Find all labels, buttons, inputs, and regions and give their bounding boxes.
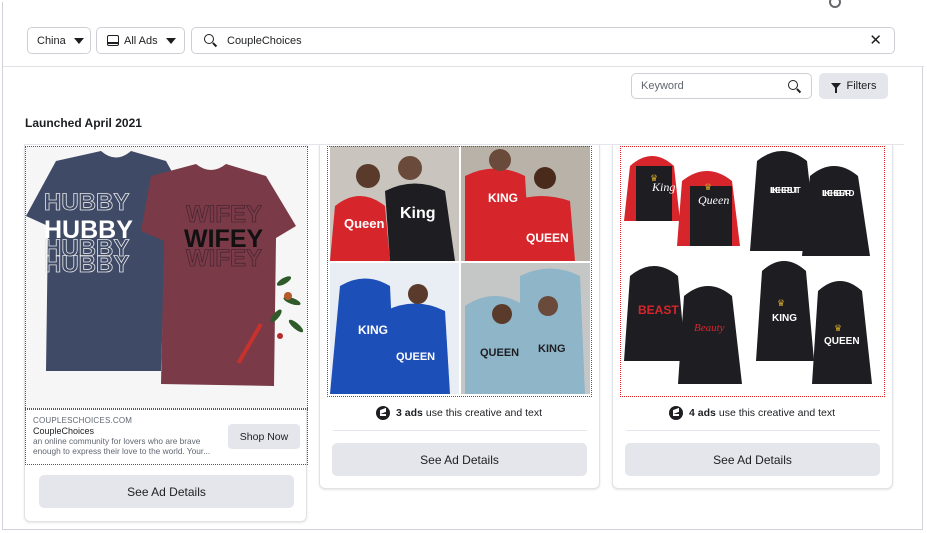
ad-type-value: All Ads xyxy=(124,34,158,47)
search-query: CoupleChoices xyxy=(227,34,302,47)
ads-count: 4 ads xyxy=(689,407,716,419)
usage-text: use this creative and text xyxy=(718,407,836,419)
search-icon[interactable] xyxy=(788,80,801,93)
ads-usage-note: 4 ads use this creative and text xyxy=(669,406,835,420)
divider xyxy=(333,430,587,431)
see-ad-details-button[interactable]: See Ad Details xyxy=(39,475,294,508)
account-icon[interactable] xyxy=(829,0,841,8)
ads-count: 3 ads xyxy=(396,407,423,419)
ads-usage-note: 3 ads use this creative and text xyxy=(376,406,542,420)
divider xyxy=(626,430,880,431)
section-title: Launched April 2021 xyxy=(25,116,142,130)
filters-button[interactable]: Filters xyxy=(819,73,888,99)
keyword-search-input[interactable]: Keyword xyxy=(631,73,812,99)
creative-highlight xyxy=(327,146,592,397)
ad-link-footer[interactable]: COUPLESCHOICES.COM CoupleChoices an onli… xyxy=(25,408,308,465)
link-domain: COUPLESCHOICES.COM xyxy=(33,416,133,425)
see-ad-details-button[interactable]: See Ad Details xyxy=(332,443,587,476)
filter-bar: China All Ads CoupleChoices ✕ xyxy=(3,0,924,67)
search-icon xyxy=(204,34,217,47)
layers-icon xyxy=(669,406,683,420)
advertiser-search-input[interactable]: CoupleChoices ✕ xyxy=(191,27,895,54)
link-description: an online community for lovers who are b… xyxy=(33,436,211,456)
monitor-icon xyxy=(107,35,119,46)
layers-icon xyxy=(376,406,390,420)
filters-label: Filters xyxy=(846,80,877,92)
funnel-icon xyxy=(830,83,841,93)
ad-type-select[interactable]: All Ads xyxy=(96,27,185,54)
shop-now-button[interactable]: Shop Now xyxy=(228,424,300,449)
country-select[interactable]: China xyxy=(27,27,91,54)
creative-highlight xyxy=(25,146,308,410)
country-value: China xyxy=(37,34,66,47)
see-ad-details-button[interactable]: See Ad Details xyxy=(625,443,880,476)
chevron-down-icon xyxy=(73,37,84,44)
chevron-down-icon xyxy=(165,37,176,44)
creative-highlight xyxy=(620,146,885,397)
usage-text: use this creative and text xyxy=(425,407,543,419)
link-title: CoupleChoices xyxy=(33,426,95,436)
keyword-placeholder: Keyword xyxy=(641,80,684,92)
clear-search-icon[interactable]: ✕ xyxy=(869,33,882,48)
